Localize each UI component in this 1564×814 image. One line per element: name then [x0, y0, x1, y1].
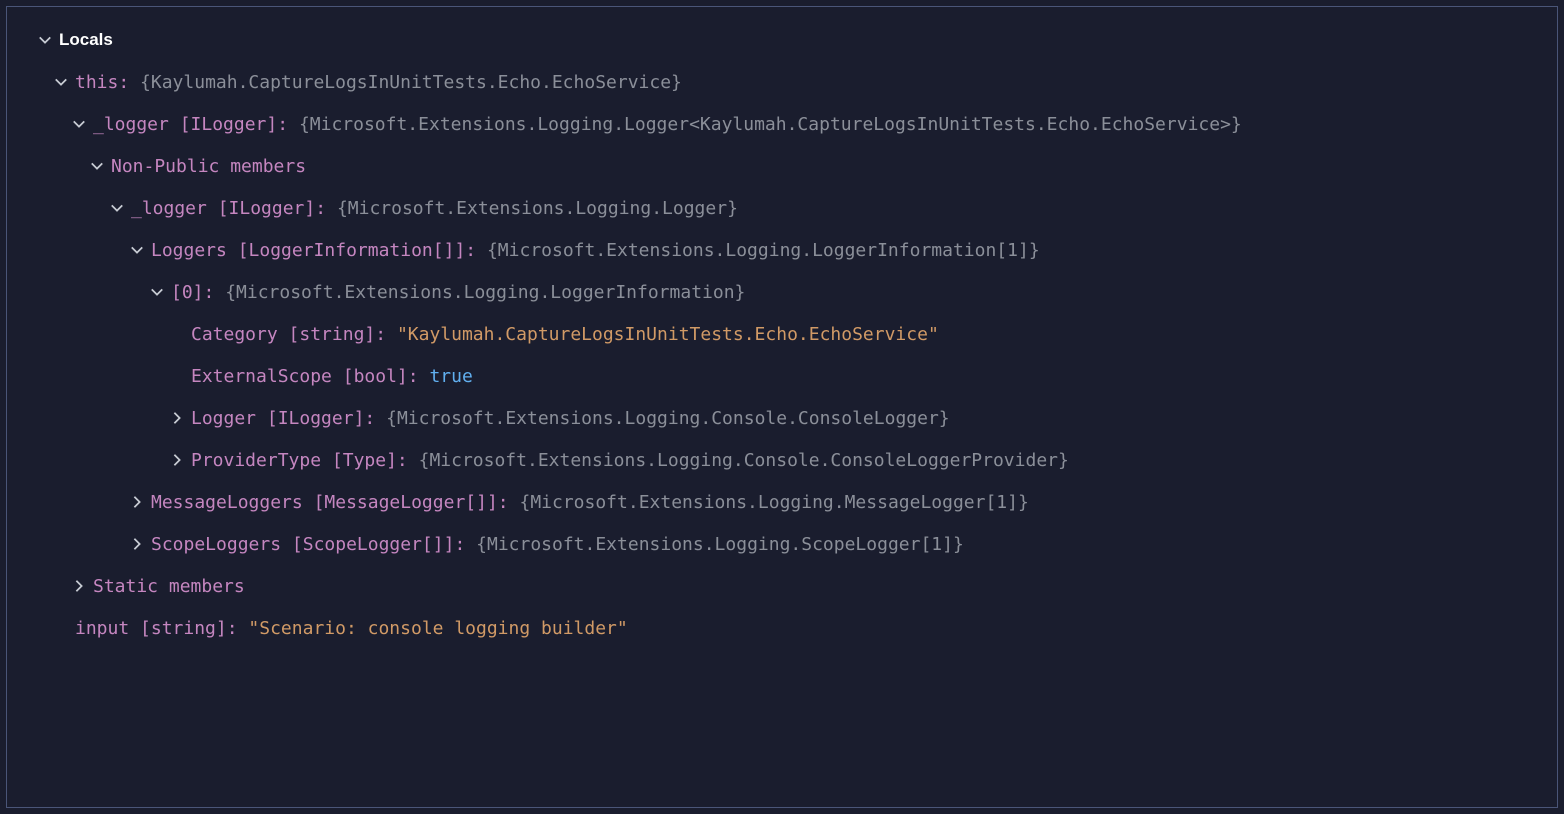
- tree-row-loggers[interactable]: Loggers [LoggerInformation[]]: {Microsof…: [7, 229, 1557, 271]
- var-value: true: [429, 366, 472, 387]
- var-name: _logger: [131, 198, 207, 219]
- var-value: {Microsoft.Extensions.Logging.LoggerInfo…: [225, 282, 745, 303]
- tree-row-staticmembers[interactable]: Static members: [7, 565, 1557, 607]
- panel-header-row[interactable]: Locals: [7, 19, 1557, 61]
- tree-row-nonpublic[interactable]: Non-Public members: [7, 145, 1557, 187]
- var-type: [ILogger]: [180, 114, 278, 135]
- var-name: ScopeLoggers: [151, 534, 281, 555]
- var-value: "Kaylumah.CaptureLogsInUnitTests.Echo.Ec…: [397, 324, 939, 345]
- var-name: ExternalScope: [191, 366, 332, 387]
- tree-row-messageloggers[interactable]: MessageLoggers [MessageLogger[]]: {Micro…: [7, 481, 1557, 523]
- var-value: {Microsoft.Extensions.Logging.Logger}: [337, 198, 738, 219]
- var-value: {Microsoft.Extensions.Logging.Logger<Kay…: [299, 114, 1242, 135]
- locals-panel: Locals this: {Kaylumah.CaptureLogsInUnit…: [6, 6, 1558, 808]
- var-type: [LoggerInformation[]]: [238, 240, 466, 261]
- var-name: Loggers: [151, 240, 227, 261]
- chevron-right-icon[interactable]: [69, 579, 89, 593]
- var-value: {Kaylumah.CaptureLogsInUnitTests.Echo.Ec…: [140, 72, 682, 93]
- var-type: [MessageLogger[]]: [314, 492, 498, 513]
- var-name: ProviderType: [191, 450, 321, 471]
- var-type: [ScopeLogger[]]: [292, 534, 455, 555]
- var-type: [bool]: [343, 366, 408, 387]
- chevron-right-icon[interactable]: [167, 411, 187, 425]
- tree-row-scopeloggers[interactable]: ScopeLoggers [ScopeLogger[]]: {Microsoft…: [7, 523, 1557, 565]
- tree-row-this[interactable]: this: {Kaylumah.CaptureLogsInUnitTests.E…: [7, 61, 1557, 103]
- tree-row-externalscope[interactable]: ExternalScope [bool]: true: [7, 355, 1557, 397]
- tree-row-providertype[interactable]: ProviderType [Type]: {Microsoft.Extensio…: [7, 439, 1557, 481]
- var-type: [string]: [289, 324, 376, 345]
- var-type: [Type]: [332, 450, 397, 471]
- chevron-right-icon[interactable]: [167, 453, 187, 467]
- chevron-down-icon[interactable]: [87, 159, 107, 173]
- var-value: "Scenario: console logging builder": [248, 618, 627, 639]
- chevron-down-icon[interactable]: [69, 117, 89, 131]
- tree-row-input[interactable]: input [string]: "Scenario: console loggi…: [7, 607, 1557, 649]
- chevron-right-icon[interactable]: [127, 495, 147, 509]
- var-type: [ILogger]: [267, 408, 365, 429]
- chevron-down-icon[interactable]: [147, 285, 167, 299]
- chevron-down-icon[interactable]: [51, 75, 71, 89]
- var-value: {Microsoft.Extensions.Logging.Console.Co…: [386, 408, 950, 429]
- chevron-down-icon[interactable]: [35, 33, 55, 47]
- var-value: {Microsoft.Extensions.Logging.MessageLog…: [519, 492, 1028, 513]
- var-name: Logger: [191, 408, 256, 429]
- var-name: _logger: [93, 114, 169, 135]
- tree-row-category[interactable]: Category [string]: "Kaylumah.CaptureLogs…: [7, 313, 1557, 355]
- var-value: {Microsoft.Extensions.Logging.LoggerInfo…: [487, 240, 1040, 261]
- var-type: [string]: [140, 618, 227, 639]
- var-name: Category: [191, 324, 278, 345]
- chevron-down-icon[interactable]: [107, 201, 127, 215]
- var-name: Static members: [93, 576, 245, 597]
- var-value: {Microsoft.Extensions.Logging.Console.Co…: [419, 450, 1069, 471]
- var-name: Non-Public members: [111, 156, 306, 177]
- var-name: this: [75, 72, 118, 93]
- var-name: [0]: [171, 282, 204, 303]
- chevron-down-icon[interactable]: [127, 243, 147, 257]
- tree-row-logger-console[interactable]: Logger [ILogger]: {Microsoft.Extensions.…: [7, 397, 1557, 439]
- tree-row-index0[interactable]: [0]: {Microsoft.Extensions.Logging.Logge…: [7, 271, 1557, 313]
- chevron-right-icon[interactable]: [127, 537, 147, 551]
- var-value: {Microsoft.Extensions.Logging.ScopeLogge…: [476, 534, 964, 555]
- var-name: input: [75, 618, 129, 639]
- var-name: MessageLoggers: [151, 492, 303, 513]
- var-type: [ILogger]: [218, 198, 316, 219]
- panel-title: Locals: [59, 30, 113, 50]
- tree-row-logger-inner[interactable]: _logger [ILogger]: {Microsoft.Extensions…: [7, 187, 1557, 229]
- tree-row-logger[interactable]: _logger [ILogger]: {Microsoft.Extensions…: [7, 103, 1557, 145]
